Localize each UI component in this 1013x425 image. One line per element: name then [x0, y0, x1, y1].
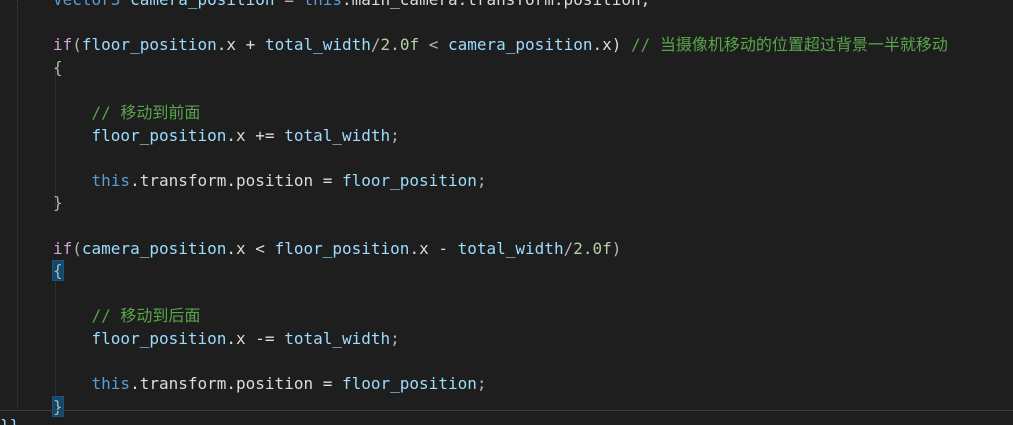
code-line[interactable]: Vector3 camera_position = this.main_came… — [53, 0, 650, 11]
code-token: .main_camera.transform.position; — [342, 0, 650, 9]
code-token: 2.0f — [380, 35, 420, 55]
code-token: { — [52, 260, 64, 282]
code-token: ( — [72, 238, 82, 258]
code-token: 2.0f — [573, 238, 612, 258]
code-token: floor_position — [274, 238, 410, 258]
code-token: ( — [72, 35, 82, 55]
code-token: total_width — [284, 329, 391, 348]
code-line[interactable]: { — [52, 260, 64, 282]
code-token: .x) — [592, 35, 632, 55]
code-token: < — [419, 35, 448, 55]
code-token: .x += — [226, 125, 285, 145]
cut-off-text: }} — [0, 415, 19, 425]
code-token: // 当摄像机移动的位置超过背景一半就移动 — [631, 35, 948, 55]
code-token: .x < — [226, 238, 275, 258]
code-line[interactable]: } — [52, 395, 64, 418]
code-editor[interactable]: Vector3 camera_position = this.main_came… — [0, 0, 1013, 425]
code-token: } — [52, 395, 64, 417]
code-token: ; — [390, 125, 400, 145]
code-line[interactable]: { — [53, 57, 63, 79]
code-token: if — [53, 238, 73, 258]
code-token: floor_position — [91, 329, 227, 348]
code-token: floor_position — [341, 374, 477, 394]
gutter-indent-guide — [17, 0, 18, 408]
code-line[interactable]: } — [53, 192, 63, 214]
code-token: camera_position — [447, 35, 593, 55]
code-token: ; — [476, 170, 487, 190]
code-token: = — [275, 0, 304, 9]
code-token: total_width — [284, 125, 391, 145]
code-line[interactable]: if(floor_position.x + total_width/2.0f <… — [53, 34, 948, 56]
code-token: // 移动到前面 — [53, 103, 201, 122]
code-token: camera_position — [130, 0, 275, 9]
code-token: / — [563, 238, 574, 258]
code-token: this — [91, 170, 131, 190]
code-line[interactable]: if(camera_position.x < floor_position.x … — [53, 238, 621, 260]
code-token: { — [53, 57, 63, 77]
code-token: this — [91, 374, 131, 394]
code-line[interactable]: // 移动到前面 — [53, 102, 201, 124]
code-token: .transform.position = — [130, 170, 342, 190]
code-token: camera_position — [81, 238, 227, 258]
code-token: floor_position — [341, 170, 477, 190]
code-line[interactable]: floor_position.x += total_width; — [53, 125, 400, 147]
code-token: .transform.position = — [130, 374, 342, 394]
code-token: if — [53, 35, 73, 55]
code-line[interactable]: // 移动到后面 — [53, 305, 201, 327]
code-token: ) — [611, 238, 622, 258]
code-token: ; — [476, 374, 487, 394]
code-token: floor_position — [91, 125, 227, 145]
code-token: total_width — [457, 238, 564, 258]
code-token: this — [303, 0, 342, 9]
code-token: } — [53, 193, 63, 213]
code-token: .x + — [216, 35, 265, 55]
code-line[interactable]: floor_position.x -= total_width; — [53, 328, 400, 350]
separator-line — [0, 410, 1013, 411]
code-line[interactable]: this.transform.position = floor_position… — [53, 170, 487, 192]
code-token: total_width — [264, 35, 371, 55]
code-token: .x - — [409, 238, 458, 258]
code-token: floor_position — [81, 35, 217, 55]
code-token: / — [370, 35, 381, 55]
code-token: ; — [390, 329, 400, 348]
code-token: .x -= — [226, 329, 285, 348]
code-token: // 移动到后面 — [53, 306, 201, 326]
code-token: Vector3 — [53, 0, 130, 9]
code-line[interactable]: this.transform.position = floor_position… — [53, 373, 487, 395]
